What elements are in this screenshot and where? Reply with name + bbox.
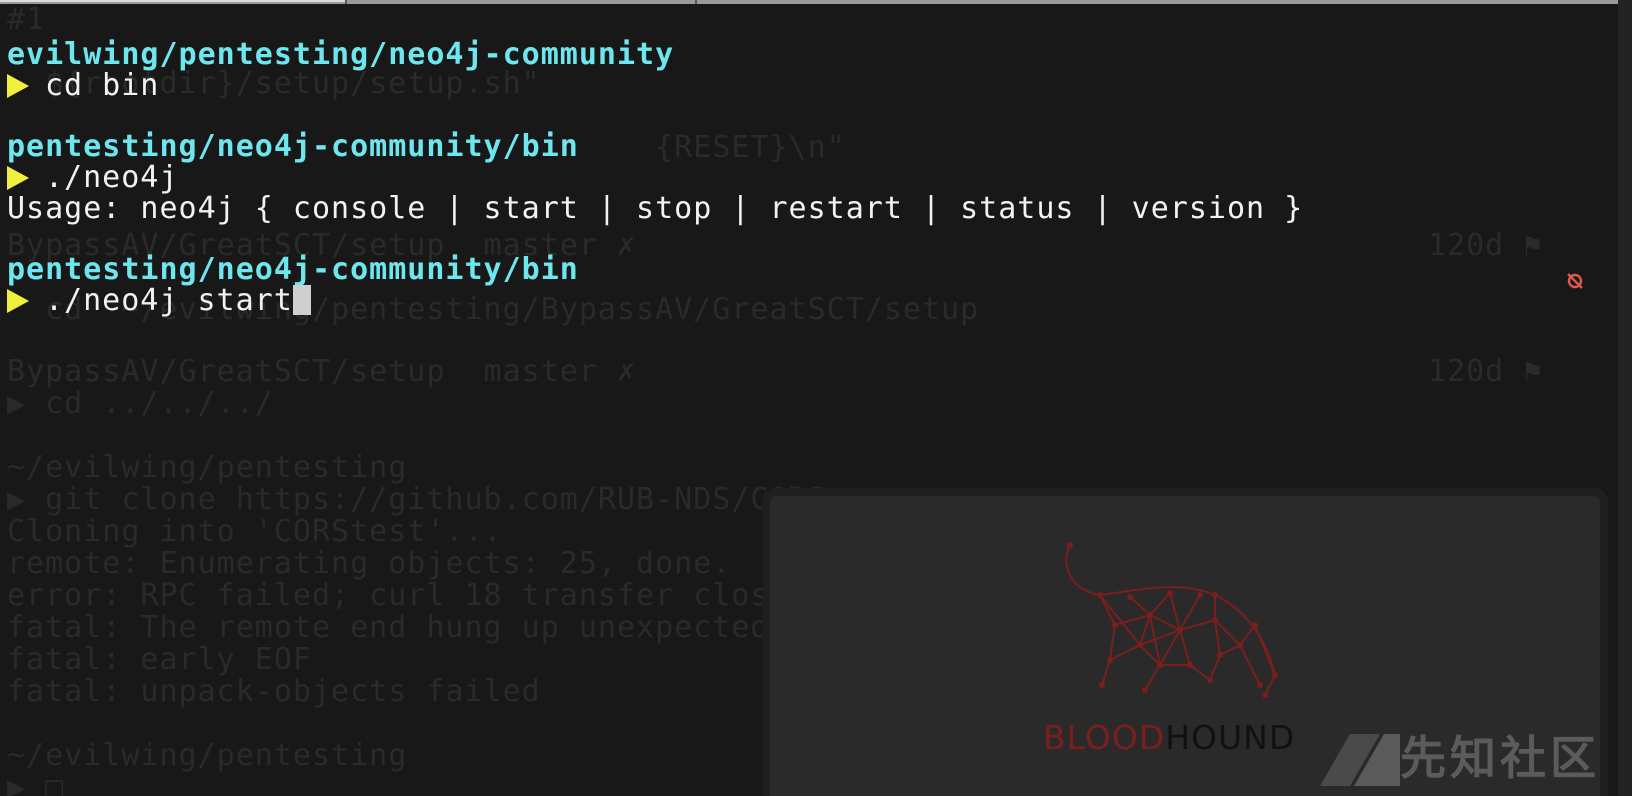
- prompt-directory: pentesting/neo4j-community/bin: [7, 252, 579, 287]
- history-line: BypassAV/GreatSCT/setup master ✗: [7, 354, 637, 389]
- no-notification-icon[interactable]: [1566, 272, 1584, 290]
- command-line: ./neo4j: [7, 162, 178, 194]
- command-text: cd bin: [45, 68, 160, 103]
- history-git-age: 120d ⚑: [1428, 228, 1543, 263]
- xianzhi-watermark-text: 先知社区: [1400, 731, 1600, 785]
- text-cursor: [292, 285, 311, 315]
- history-line: remote: Enumerating objects: 25, done.: [7, 546, 732, 581]
- history-line: Cloning into 'CORStest'...: [7, 514, 503, 549]
- command-line-active[interactable]: ./neo4j start: [7, 285, 311, 317]
- command-output: Usage: neo4j { console | start | stop | …: [7, 191, 1304, 226]
- prompt-directory: evilwing/pentesting/neo4j-community: [7, 37, 675, 72]
- bloodhound-wordmark: BLOODHOUND: [1043, 718, 1295, 757]
- history-line: ▶ cd ../../../: [7, 386, 274, 421]
- tab-divider: [345, 0, 347, 4]
- history-line: ~/evilwing/pentesting: [7, 738, 408, 773]
- prompt-directory: pentesting/neo4j-community/bin: [7, 129, 579, 164]
- command-text: ./neo4j: [45, 160, 179, 195]
- tab-divider: [695, 0, 697, 4]
- history-line: ~/evilwing/pentesting: [7, 450, 408, 485]
- command-line: cd bin: [7, 70, 159, 102]
- prompt-arrow-icon: [7, 74, 29, 98]
- prompt-arrow-icon: [7, 166, 29, 190]
- history-line: fatal: unpack-objects failed: [7, 674, 541, 709]
- prompt-arrow-icon: [7, 289, 29, 313]
- active-tab-indicator[interactable]: [0, 0, 345, 2]
- history-line: fatal: early EOF: [7, 642, 312, 677]
- bloodhound-dog-icon: [1065, 542, 1278, 698]
- history-line: ▶ □: [7, 770, 65, 796]
- history-line: #1: [7, 2, 46, 37]
- command-input[interactable]: ./neo4j start: [45, 283, 293, 318]
- history-line: fatal: The remote end hung up unexpected…: [7, 610, 808, 645]
- bloodhound-wordmark-hound: HOUND: [1165, 718, 1296, 757]
- history-git-age: 120d ⚑: [1428, 354, 1543, 389]
- tab-strip[interactable]: [0, 0, 1632, 4]
- terminal-window[interactable]: #1 ${rootdir}/setup/setup.sh" {RESET}\n"…: [0, 0, 1632, 796]
- bloodhound-wordmark-blood: BLOOD: [1043, 718, 1166, 757]
- scrollbar-track[interactable]: [1618, 0, 1632, 796]
